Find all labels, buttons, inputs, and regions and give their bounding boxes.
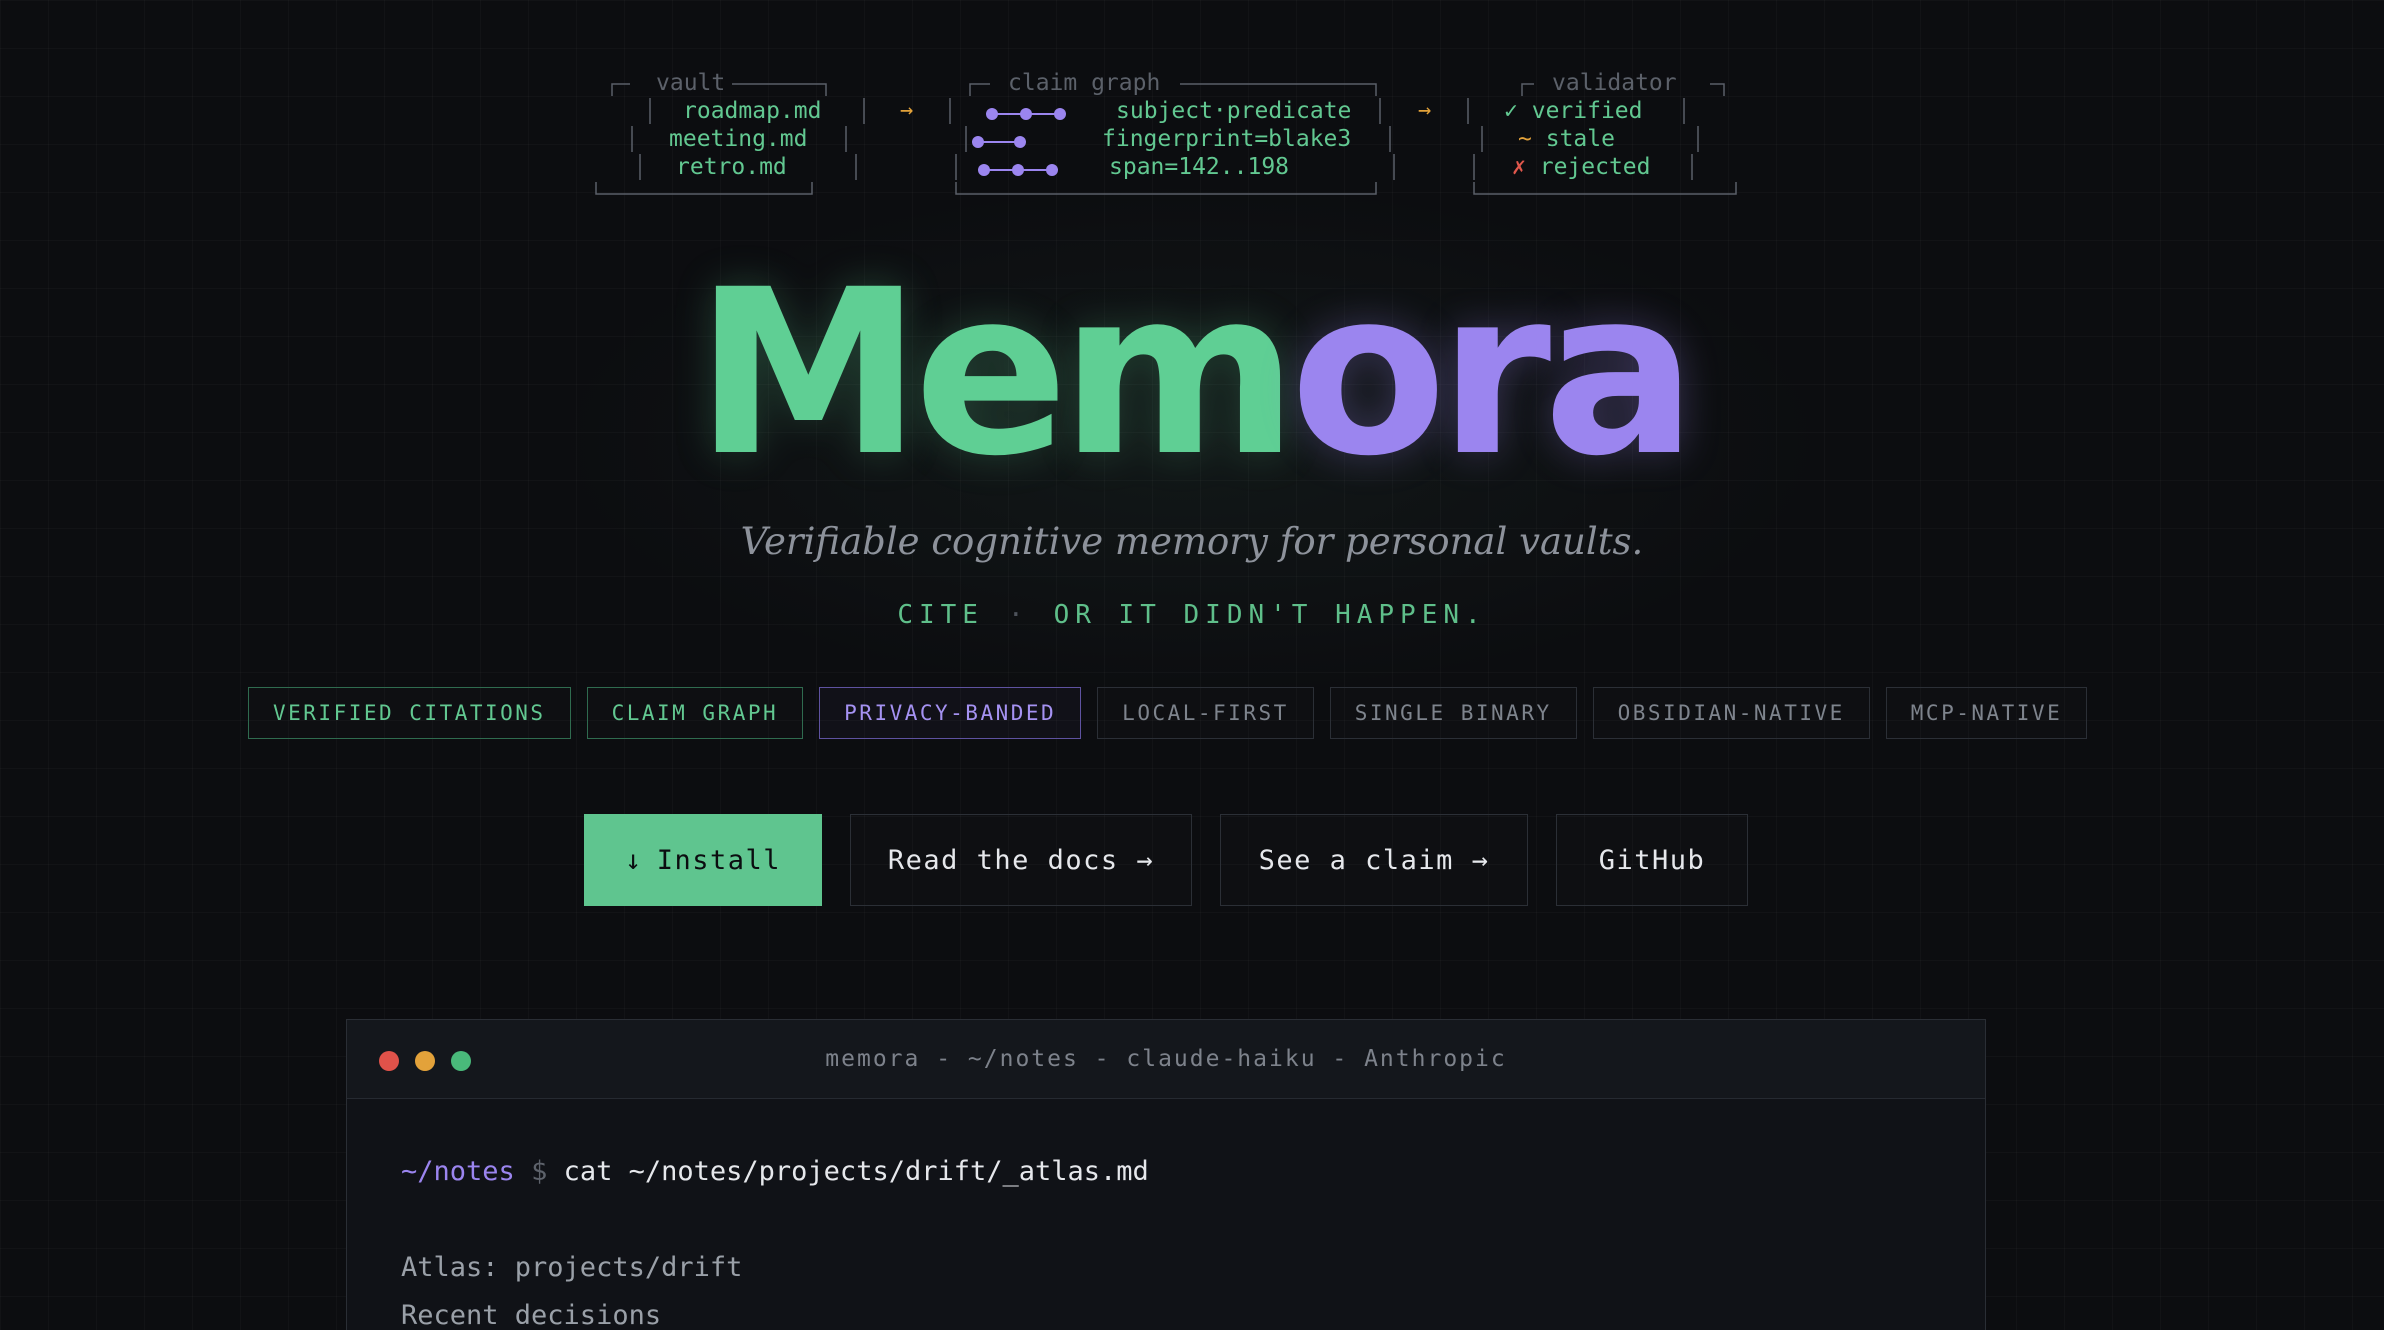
hero-title-part2: ora	[1290, 240, 1697, 506]
motto-separator: ·	[1007, 600, 1030, 630]
validator-box: validator ✓ verified ~ stale ✗ rejected	[1462, 70, 1742, 198]
arrow-icon: →	[900, 98, 914, 123]
vault-title: vault	[656, 70, 726, 96]
motto-right: OR IT DIDN'T HAPPEN.	[1053, 600, 1487, 630]
status-label: rejected	[1539, 154, 1651, 180]
prompt-path: ~/notes	[401, 1156, 515, 1187]
feature-tags: VERIFIED CITATIONS CLAIM GRAPH PRIVACY-B…	[248, 687, 2088, 741]
terminal-window: memora - ~/notes - claude-haiku - Anthro…	[346, 1019, 1986, 1330]
pipeline-diagram: vault roadmap.md meeting.md retro.md → c…	[0, 0, 2384, 210]
terminal-command-line: ~/notes $ cat ~/notes/projects/drift/_at…	[401, 1148, 1149, 1196]
install-button[interactable]: ↓ Install	[584, 814, 822, 906]
terminal-body: ~/notes $ cat ~/notes/projects/drift/_at…	[401, 1148, 1149, 1330]
motto-left: CITE	[897, 600, 984, 630]
status-stale: ~ stale	[1518, 125, 1615, 153]
claim-graph-box: claim graph subject·predicate fingerprin…	[944, 70, 1404, 198]
prompt-sign: $	[531, 1156, 548, 1187]
graph-title: claim graph	[1008, 70, 1161, 96]
status-label: stale	[1545, 126, 1615, 152]
check-icon: ✓	[1504, 98, 1518, 124]
graph-row: fingerprint=blake3	[1102, 126, 1352, 152]
tag-local-first: LOCAL-FIRST	[1097, 687, 1314, 739]
graph-node-chain	[986, 108, 1068, 120]
cta-buttons: ↓ Install Read the docs → See a claim → G…	[584, 814, 1748, 906]
cross-icon: ✗	[1512, 154, 1526, 180]
tag-claim-graph: CLAIM GRAPH	[586, 687, 804, 739]
terminal-output-line: Atlas: projects/drift	[401, 1252, 743, 1283]
command-text: cat ~/notes/projects/drift/_atlas.md	[563, 1156, 1149, 1187]
graph-node-chain	[978, 164, 1060, 176]
terminal-output-line: Recent decisions	[401, 1300, 662, 1330]
hero-title: Memora	[0, 258, 2384, 488]
hero-subtitle: Verifiable cognitive memory for personal…	[740, 520, 1644, 563]
terminal-title: memora - ~/notes - claude-haiku - Anthro…	[825, 1046, 1507, 1072]
install-label: Install	[656, 844, 782, 876]
vault-file: roadmap.md	[683, 98, 822, 124]
tag-verified-citations: VERIFIED CITATIONS	[248, 687, 571, 739]
validator-title: validator	[1552, 70, 1677, 96]
tag-obsidian-native: OBSIDIAN-NATIVE	[1592, 687, 1870, 739]
status-label: verified	[1531, 98, 1643, 124]
tilde-icon: ~	[1518, 126, 1532, 152]
hero-motto: CITE · OR IT DIDN'T HAPPEN.	[0, 600, 2384, 630]
vault-box: vault roadmap.md meeting.md retro.md	[594, 70, 865, 198]
arrow-icon: →	[1418, 98, 1432, 123]
terminal-titlebar: memora - ~/notes - claude-haiku - Anthro…	[347, 1020, 1985, 1099]
tag-mcp-native: MCP-NATIVE	[1885, 687, 2088, 739]
graph-row: span=142..198	[1109, 154, 1290, 180]
status-rejected: ✗ rejected	[1512, 153, 1651, 181]
vault-file: meeting.md	[669, 126, 808, 152]
vault-file: retro.md	[676, 154, 787, 180]
see-claim-button[interactable]: See a claim →	[1220, 814, 1528, 906]
hero-title-part1: Mem	[694, 240, 1298, 506]
read-docs-button[interactable]: Read the docs →	[850, 814, 1192, 906]
download-arrow-icon: ↓	[624, 844, 643, 876]
graph-node-chain	[972, 136, 1028, 148]
status-verified: ✓ verified	[1504, 97, 1643, 125]
tag-single-binary: SINGLE BINARY	[1329, 687, 1577, 739]
graph-row: subject·predicate	[1116, 98, 1352, 124]
tag-privacy-banded: PRIVACY-BANDED	[819, 687, 1082, 739]
github-button[interactable]: GitHub	[1556, 814, 1748, 906]
